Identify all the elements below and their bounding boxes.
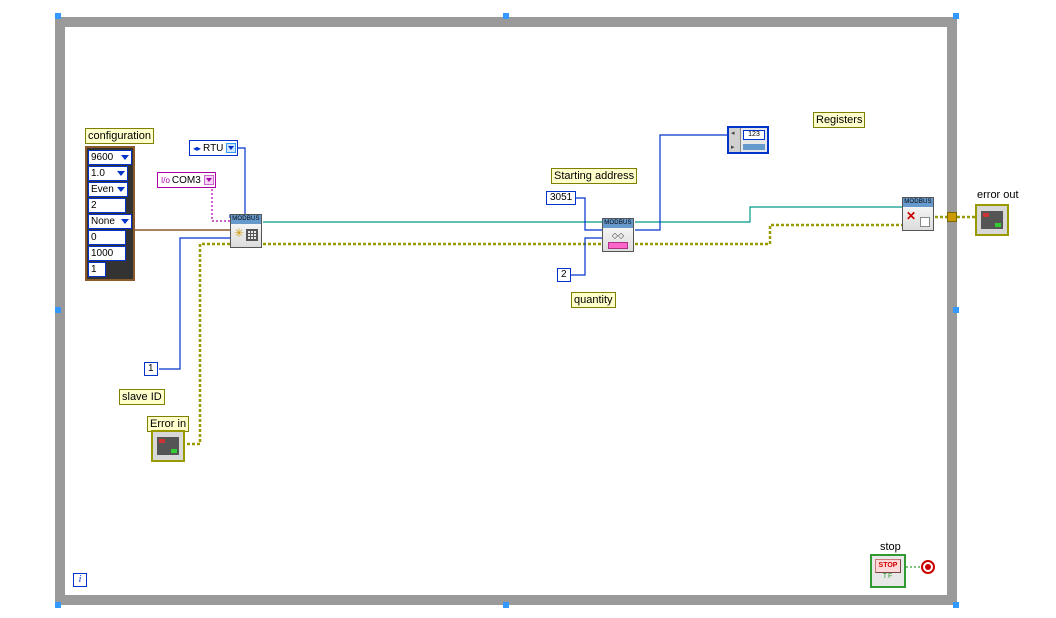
config-timeout-a[interactable]: 0: [88, 230, 126, 245]
slave-id-label: slave ID: [119, 389, 165, 405]
resize-handle[interactable]: [55, 602, 61, 608]
registers-label: Registers: [813, 112, 865, 128]
config-parity[interactable]: Even: [88, 182, 128, 197]
loop-condition-terminal[interactable]: [921, 560, 935, 574]
config-baud[interactable]: 9600: [88, 150, 132, 165]
resize-handle[interactable]: [503, 13, 509, 19]
config-retry[interactable]: 1: [88, 262, 106, 277]
error-out-indicator: [975, 204, 1009, 236]
error-cluster-icon: [981, 211, 1003, 229]
error-out-label: error out: [975, 188, 1021, 202]
modbus-read-title: MODBUS: [603, 219, 633, 228]
config-flow[interactable]: None: [88, 214, 132, 229]
error-in-control[interactable]: [151, 430, 185, 462]
mode-value: RTU: [203, 143, 223, 154]
resize-handle[interactable]: [55, 13, 61, 19]
modbus-init-title: MODBUS: [231, 215, 261, 224]
configuration-cluster[interactable]: 9600 1.0 Even 2 None 0 1000 1: [85, 146, 135, 281]
config-timeout-b[interactable]: 1000: [88, 246, 126, 261]
stop-tf-label: TF: [872, 573, 904, 580]
config-data-bits[interactable]: 2: [88, 198, 126, 213]
slave-id-constant[interactable]: 1: [144, 362, 158, 376]
registers-indicator: 123: [727, 126, 769, 154]
resize-handle[interactable]: [953, 602, 959, 608]
starting-address-label: Starting address: [551, 168, 637, 184]
stop-button-face: STOP: [875, 559, 901, 573]
iteration-terminal: i: [73, 573, 87, 587]
visa-resource-value: COM3: [172, 175, 201, 186]
resize-handle[interactable]: [503, 602, 509, 608]
modbus-read-node[interactable]: MODBUS ◇◇: [602, 218, 634, 252]
labview-block-diagram: configuration slave ID Error in Starting…: [0, 0, 1056, 618]
resize-handle[interactable]: [953, 13, 959, 19]
mode-constant[interactable]: ◂▸ RTU: [189, 140, 238, 156]
wires-layer: [0, 0, 1056, 618]
modbus-close-node[interactable]: MODBUS: [902, 197, 934, 231]
stop-button-control[interactable]: STOP TF: [870, 554, 906, 588]
quantity-label: quantity: [571, 292, 616, 308]
loop-tunnel: [947, 212, 957, 222]
configuration-label: configuration: [85, 128, 154, 144]
array-element: 123: [743, 130, 765, 140]
starting-address-constant[interactable]: 3051: [546, 191, 576, 205]
resize-handle[interactable]: [953, 307, 959, 313]
modbus-init-node[interactable]: MODBUS: [230, 214, 262, 248]
resize-handle[interactable]: [55, 307, 61, 313]
visa-resource-constant[interactable]: I/o COM3: [157, 172, 216, 188]
quantity-constant[interactable]: 2: [557, 268, 571, 282]
stop-label: stop: [878, 540, 903, 554]
config-stop-bits[interactable]: 1.0: [88, 166, 128, 181]
modbus-close-title: MODBUS: [903, 198, 933, 207]
error-cluster-icon: [157, 437, 179, 455]
